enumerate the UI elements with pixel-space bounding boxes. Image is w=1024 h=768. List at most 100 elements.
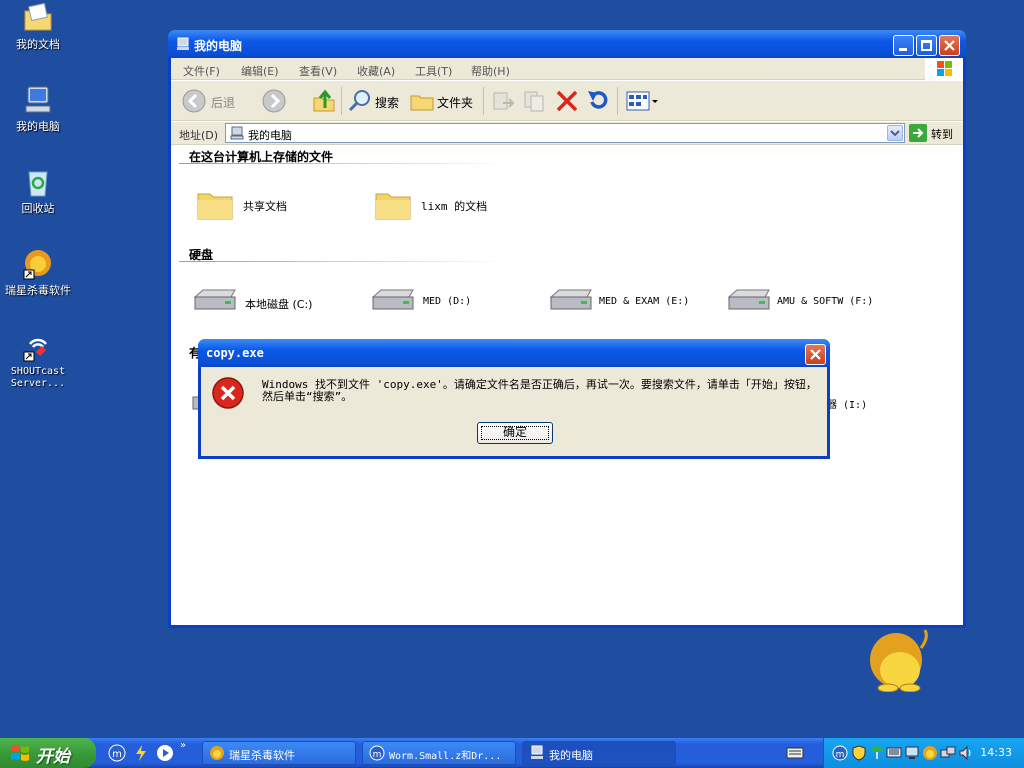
menu-view[interactable]: 查看(V) [299,63,337,79]
window-titlebar[interactable]: 我的电脑 [168,30,966,58]
menu-edit[interactable]: 编辑(E) [241,63,279,79]
task-my-computer[interactable]: 我的电脑 [522,741,676,765]
address-dropdown-button[interactable] [887,125,903,141]
error-dialog: copy.exe Windows 找不到文件 'copy.exe'。请确定文件名… [198,339,830,459]
svg-text:m: m [836,750,845,760]
maxthon-icon[interactable]: m [108,744,126,762]
start-button[interactable]: 开始 [0,738,96,768]
address-input[interactable]: 我的电脑 [225,123,905,143]
go-button[interactable]: 转到 [909,124,963,142]
menu-tools[interactable]: 工具(T) [415,63,452,79]
minimize-button[interactable] [893,35,914,56]
computer-icon [25,86,51,113]
clock: 14:33 [980,746,1012,759]
focus-rectangle [481,426,549,440]
forward-button[interactable] [261,88,301,114]
move-to-icon [493,92,515,110]
drive-c[interactable]: 本地磁盘 (C:) [191,282,351,322]
volume-icon[interactable] [958,745,974,761]
address-bar: 地址(D) 我的电脑 转到 [171,122,963,145]
drive-d[interactable]: MED (D:) [369,282,529,322]
drive-e[interactable]: MED & EXAM (E:) [547,282,717,322]
back-button[interactable]: 后退 [181,88,251,114]
quick-launch: m » [104,738,194,768]
lion-tray-icon[interactable] [922,745,938,761]
views-icon [626,91,658,111]
toolbar-separator [617,87,618,115]
folder-lixm-documents[interactable]: lixm 的文档 [373,184,533,224]
task-worm-browser[interactable]: m Worm.Small.z和Dr... [362,741,516,765]
folder-label: lixm 的文档 [421,200,488,213]
dialog-message: Windows 找不到文件 'copy.exe'。请确定文件名是否正确后，再试一… [262,378,817,403]
toolbar: 后退 搜索 文件夹 [171,81,963,121]
system-tray: m 14:33 [823,738,1024,768]
umbrella-icon[interactable] [870,745,884,761]
drive-label: MED & EXAM (E:) [599,296,690,307]
drive-f[interactable]: AMU & SOFTW (F:) [725,282,901,322]
undo-icon [588,91,608,109]
desktop-icon-rising-antivirus[interactable]: 瑞星杀毒软件 [0,248,76,297]
delete-x-icon [556,90,578,112]
forward-arrow-icon [262,89,286,113]
search-button[interactable]: 搜索 [347,88,403,114]
delete-button[interactable] [555,88,579,114]
search-icon [348,90,370,112]
views-button[interactable] [625,88,659,114]
desktop-icon-label: 我的文档 [16,38,60,51]
maxthon-icon: m [369,745,385,761]
explorer-window: 我的电脑 文件(F) 编辑(E) 查看(V) 收藏(A) 工具(T) 帮助(H) [168,30,966,628]
address-label: 地址(D) [179,129,219,142]
computers-tray-icon[interactable] [940,745,956,761]
dialog-close-button[interactable] [805,344,826,365]
folder-shared-documents[interactable]: 共享文档 [195,184,335,224]
folders-button[interactable]: 文件夹 [409,88,477,114]
svg-text:m: m [112,749,122,760]
windows-logo-icon [925,58,963,80]
svg-text:m: m [373,750,382,760]
task-label: 瑞星杀毒软件 [229,749,295,762]
shield-icon[interactable] [852,745,866,761]
menu-help[interactable]: 帮助(H) [471,63,510,79]
menu-favorites[interactable]: 收藏(A) [357,63,395,79]
minimize-icon [899,48,907,51]
lion-icon [210,746,224,760]
move-to-button[interactable] [491,88,515,114]
desktop-icon-my-documents[interactable]: 我的文档 [0,2,76,51]
desktop-icon-label: 瑞星杀毒软件 [5,284,71,297]
drive-i[interactable]: 器 (I:) [827,382,907,422]
ok-button[interactable]: 确定 [477,422,553,444]
computer-icon [177,37,189,50]
folders-label: 文件夹 [437,96,474,110]
folder-icon [197,193,233,220]
task-rising-antivirus[interactable]: 瑞星杀毒软件 [202,741,356,765]
chevron-down-icon [890,130,900,137]
recycle-bin-icon [28,171,48,197]
media-player-icon[interactable] [156,744,174,762]
go-arrow-icon [909,124,927,142]
close-button[interactable] [939,35,960,56]
desktop-icon-recycle-bin[interactable]: 回收站 [0,166,76,215]
network-icon[interactable] [886,745,902,761]
copy-to-button[interactable] [523,88,547,114]
desktop-icon-my-computer[interactable]: 我的电脑 [0,84,76,133]
monitor-tray-icon[interactable] [904,745,920,761]
hard-drive-icon [727,289,770,310]
lightning-icon[interactable] [132,744,150,762]
computer-icon [230,126,244,140]
maximize-button[interactable] [916,35,937,56]
folder-label: 共享文档 [243,200,287,213]
desktop-icon-shoutcast[interactable]: SHOUTcast Server... [0,330,76,390]
folders-icon [410,95,434,111]
lion-mascot-icon[interactable] [866,626,932,692]
maxthon-tray-icon[interactable]: m [832,745,848,761]
up-folder-button[interactable] [311,88,337,114]
dialog-titlebar[interactable]: copy.exe [198,339,830,367]
back-label: 后退 [211,96,236,110]
taskbar: 开始 m » 瑞星杀毒软件 m Worm.Small.z和Dr... 我的电脑 [0,738,1024,768]
go-label: 转到 [931,128,953,141]
keyboard-icon[interactable] [786,746,804,760]
quick-launch-expand-icon[interactable]: » [180,740,186,751]
menu-file[interactable]: 文件(F) [183,63,220,79]
undo-button[interactable] [585,88,609,114]
address-value: 我的电脑 [248,129,292,142]
